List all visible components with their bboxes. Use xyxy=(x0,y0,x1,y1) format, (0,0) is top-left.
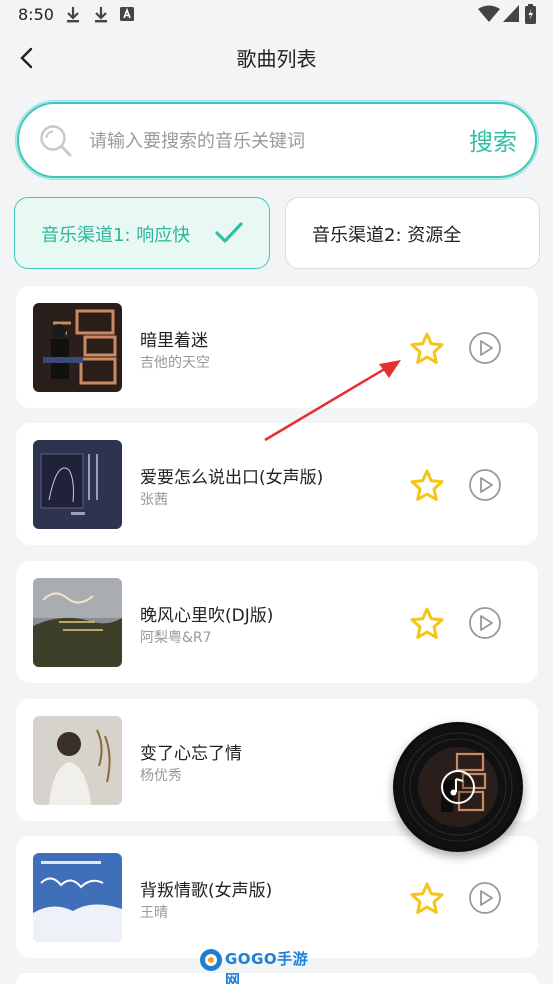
search-button[interactable]: 搜索 xyxy=(469,122,517,157)
list-item[interactable]: 暗里着迷 吉他的天空 xyxy=(16,286,538,408)
page-title: 歌曲列表 xyxy=(236,47,317,71)
album-cover xyxy=(33,716,122,805)
song-artist: 张茜 xyxy=(140,492,168,508)
star-icon[interactable] xyxy=(409,468,445,504)
now-playing-disc[interactable] xyxy=(393,722,523,852)
signal-icon xyxy=(503,5,519,22)
header: 歌曲列表 xyxy=(0,32,553,82)
album-cover xyxy=(33,853,122,942)
watermark-logo xyxy=(200,949,222,971)
search-bar: 搜索 xyxy=(17,102,537,178)
song-title: 晚风心里吹(DJ版) xyxy=(140,606,274,626)
song-artist: 阿梨粤&R7 xyxy=(140,630,212,646)
album-cover xyxy=(33,578,122,667)
battery-icon xyxy=(525,4,536,24)
search-input[interactable] xyxy=(89,124,449,158)
song-title: 爱要怎么说出口(女声版) xyxy=(140,468,324,488)
play-icon[interactable] xyxy=(468,468,502,502)
star-icon[interactable] xyxy=(409,331,445,367)
download-icon xyxy=(95,7,107,23)
song-artist: 吉他的天空 xyxy=(140,355,210,371)
watermark: GOGO手游网 xyxy=(199,946,309,984)
keyboard-a-icon xyxy=(120,7,134,21)
list-item[interactable]: 晚风心里吹(DJ版) 阿梨粤&R7 xyxy=(16,561,538,683)
play-icon[interactable] xyxy=(468,606,502,640)
music-note-icon xyxy=(441,770,475,804)
channel-label: 音乐渠道2: 资源全 xyxy=(312,225,462,246)
tab-channel-2[interactable]: 音乐渠道2: 资源全 xyxy=(285,197,540,269)
album-cover xyxy=(33,303,122,392)
song-title: 背叛情歌(女声版) xyxy=(140,881,273,901)
star-icon[interactable] xyxy=(409,606,445,642)
check-icon xyxy=(215,222,243,243)
song-title: 变了心忘了情 xyxy=(140,744,242,764)
list-item[interactable]: 背叛情歌(女声版) 王晴 xyxy=(16,836,538,958)
search-icon xyxy=(40,125,72,157)
download-icon xyxy=(67,7,79,23)
tab-channel-1[interactable]: 音乐渠道1: 响应快 xyxy=(14,197,270,269)
song-title: 暗里着迷 xyxy=(140,331,208,351)
star-icon[interactable] xyxy=(409,881,445,917)
wifi-icon xyxy=(478,5,500,22)
song-artist: 王晴 xyxy=(140,905,168,921)
play-icon[interactable] xyxy=(468,331,502,365)
album-cover xyxy=(33,440,122,529)
status-bar: 8:50 xyxy=(0,0,553,32)
play-icon[interactable] xyxy=(468,881,502,915)
channel-label: 音乐渠道1: 响应快 xyxy=(41,225,191,246)
watermark-text: GOGO手游网 xyxy=(225,950,309,984)
list-item[interactable]: 爱要怎么说出口(女声版) 张茜 xyxy=(16,423,538,545)
status-time: 8:50 xyxy=(18,5,54,24)
song-artist: 杨优秀 xyxy=(140,768,182,784)
